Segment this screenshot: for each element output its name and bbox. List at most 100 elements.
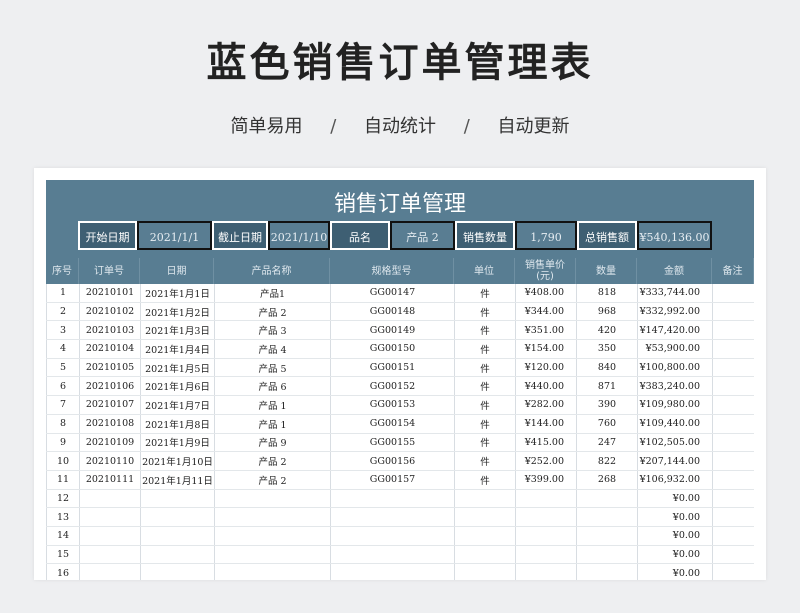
cell-unit-price[interactable]: ¥344.00 — [515, 302, 577, 322]
cell-amount[interactable]: ¥333,744.00 — [637, 284, 713, 303]
cell-index[interactable]: 8 — [46, 414, 80, 434]
cell-order-no[interactable] — [79, 563, 141, 580]
cell-unit-price[interactable]: ¥252.00 — [515, 451, 577, 471]
cell-remark[interactable] — [712, 526, 754, 546]
cell-date[interactable]: 2021年1月2日 — [140, 302, 215, 322]
cell-remark[interactable] — [712, 545, 754, 565]
cell-unit[interactable] — [454, 563, 516, 580]
cell-unit[interactable] — [454, 507, 516, 527]
cell-unit-price[interactable]: ¥282.00 — [515, 395, 577, 415]
cell-unit[interactable]: 件 — [454, 470, 516, 490]
cell-quantity[interactable]: 268 — [576, 470, 638, 490]
cell-unit-price[interactable]: ¥154.00 — [515, 339, 577, 359]
cell-unit[interactable]: 件 — [454, 320, 516, 341]
cell-date[interactable]: 2021年1月4日 — [140, 339, 215, 359]
cell-product[interactable]: 产品 1 — [214, 395, 331, 415]
cell-spec[interactable]: GG00151 — [330, 358, 455, 378]
cell-unit-price[interactable] — [515, 563, 577, 580]
cell-date[interactable] — [140, 563, 215, 580]
cell-unit[interactable]: 件 — [454, 414, 516, 434]
cell-index[interactable]: 16 — [46, 563, 80, 580]
cell-remark[interactable] — [712, 358, 754, 378]
cell-quantity[interactable]: 840 — [576, 358, 638, 378]
cell-unit-price[interactable]: ¥440.00 — [515, 376, 577, 397]
cell-quantity[interactable] — [576, 526, 638, 546]
cell-unit[interactable]: 件 — [454, 339, 516, 359]
cell-unit[interactable]: 件 — [454, 433, 516, 453]
cell-remark[interactable] — [712, 433, 754, 453]
cell-spec[interactable]: GG00156 — [330, 451, 455, 471]
cell-order-no[interactable] — [79, 545, 141, 565]
cell-amount[interactable]: ¥53,900.00 — [637, 339, 713, 359]
cell-index[interactable]: 12 — [46, 489, 80, 509]
cell-unit-price[interactable] — [515, 545, 577, 565]
cell-order-no[interactable]: 20210101 — [79, 284, 141, 303]
cell-quantity[interactable]: 247 — [576, 433, 638, 453]
cell-remark[interactable] — [712, 414, 754, 434]
cell-product[interactable]: 产品 4 — [214, 339, 331, 359]
cell-quantity[interactable]: 818 — [576, 284, 638, 303]
cell-spec[interactable]: GG00152 — [330, 376, 455, 397]
cell-amount[interactable]: ¥106,932.00 — [637, 470, 713, 490]
cell-remark[interactable] — [712, 507, 754, 527]
column-header[interactable]: 销售单价 (元) — [515, 258, 576, 284]
cell-index[interactable]: 6 — [46, 376, 80, 397]
cell-amount[interactable]: ¥0.00 — [637, 545, 713, 565]
cell-unit-price[interactable] — [515, 507, 577, 527]
cell-amount[interactable]: ¥207,144.00 — [637, 451, 713, 471]
cell-product[interactable]: 产品 5 — [214, 358, 331, 378]
cell-product[interactable]: 产品 9 — [214, 433, 331, 453]
cell-date[interactable] — [140, 507, 215, 527]
cell-index[interactable]: 9 — [46, 433, 80, 453]
cell-index[interactable]: 4 — [46, 339, 80, 359]
cell-index[interactable]: 15 — [46, 545, 80, 565]
cell-quantity[interactable] — [576, 563, 638, 580]
cell-order-no[interactable]: 20210109 — [79, 433, 141, 453]
cell-amount[interactable]: ¥0.00 — [637, 489, 713, 509]
cell-spec[interactable]: GG00154 — [330, 414, 455, 434]
cell-product[interactable]: 产品 3 — [214, 320, 331, 341]
cell-index[interactable]: 13 — [46, 507, 80, 527]
cell-amount[interactable]: ¥383,240.00 — [637, 376, 713, 397]
cell-index[interactable]: 2 — [46, 302, 80, 322]
filter-value-product[interactable]: 产品 2 — [390, 221, 455, 250]
cell-quantity[interactable]: 350 — [576, 339, 638, 359]
cell-amount[interactable]: ¥100,800.00 — [637, 358, 713, 378]
cell-unit-price[interactable]: ¥408.00 — [515, 284, 577, 303]
cell-order-no[interactable] — [79, 489, 141, 509]
cell-spec[interactable]: GG00150 — [330, 339, 455, 359]
column-header[interactable]: 单位 — [454, 258, 515, 284]
cell-product[interactable] — [214, 545, 331, 565]
cell-unit[interactable] — [454, 526, 516, 546]
cell-unit-price[interactable] — [515, 526, 577, 546]
cell-unit[interactable] — [454, 489, 516, 509]
cell-amount[interactable]: ¥0.00 — [637, 526, 713, 546]
cell-remark[interactable] — [712, 339, 754, 359]
cell-order-no[interactable]: 20210108 — [79, 414, 141, 434]
column-header[interactable]: 数量 — [576, 258, 637, 284]
cell-date[interactable]: 2021年1月6日 — [140, 376, 215, 397]
cell-amount[interactable]: ¥147,420.00 — [637, 320, 713, 341]
cell-quantity[interactable]: 760 — [576, 414, 638, 434]
cell-index[interactable]: 5 — [46, 358, 80, 378]
cell-remark[interactable] — [712, 451, 754, 471]
cell-date[interactable] — [140, 545, 215, 565]
cell-amount[interactable]: ¥0.00 — [637, 507, 713, 527]
cell-unit[interactable]: 件 — [454, 302, 516, 322]
cell-product[interactable] — [214, 563, 331, 580]
cell-spec[interactable]: GG00157 — [330, 470, 455, 490]
cell-quantity[interactable] — [576, 507, 638, 527]
cell-spec[interactable] — [330, 489, 455, 509]
cell-date[interactable]: 2021年1月1日 — [140, 284, 215, 303]
cell-index[interactable]: 10 — [46, 451, 80, 471]
column-header[interactable]: 日期 — [140, 258, 214, 284]
cell-date[interactable]: 2021年1月3日 — [140, 320, 215, 341]
cell-date[interactable]: 2021年1月5日 — [140, 358, 215, 378]
cell-order-no[interactable]: 20210103 — [79, 320, 141, 341]
cell-spec[interactable] — [330, 507, 455, 527]
cell-order-no[interactable]: 20210105 — [79, 358, 141, 378]
cell-spec[interactable]: GG00153 — [330, 395, 455, 415]
cell-order-no[interactable]: 20210104 — [79, 339, 141, 359]
column-header[interactable]: 订单号 — [79, 258, 140, 284]
column-header[interactable]: 序号 — [46, 258, 79, 284]
